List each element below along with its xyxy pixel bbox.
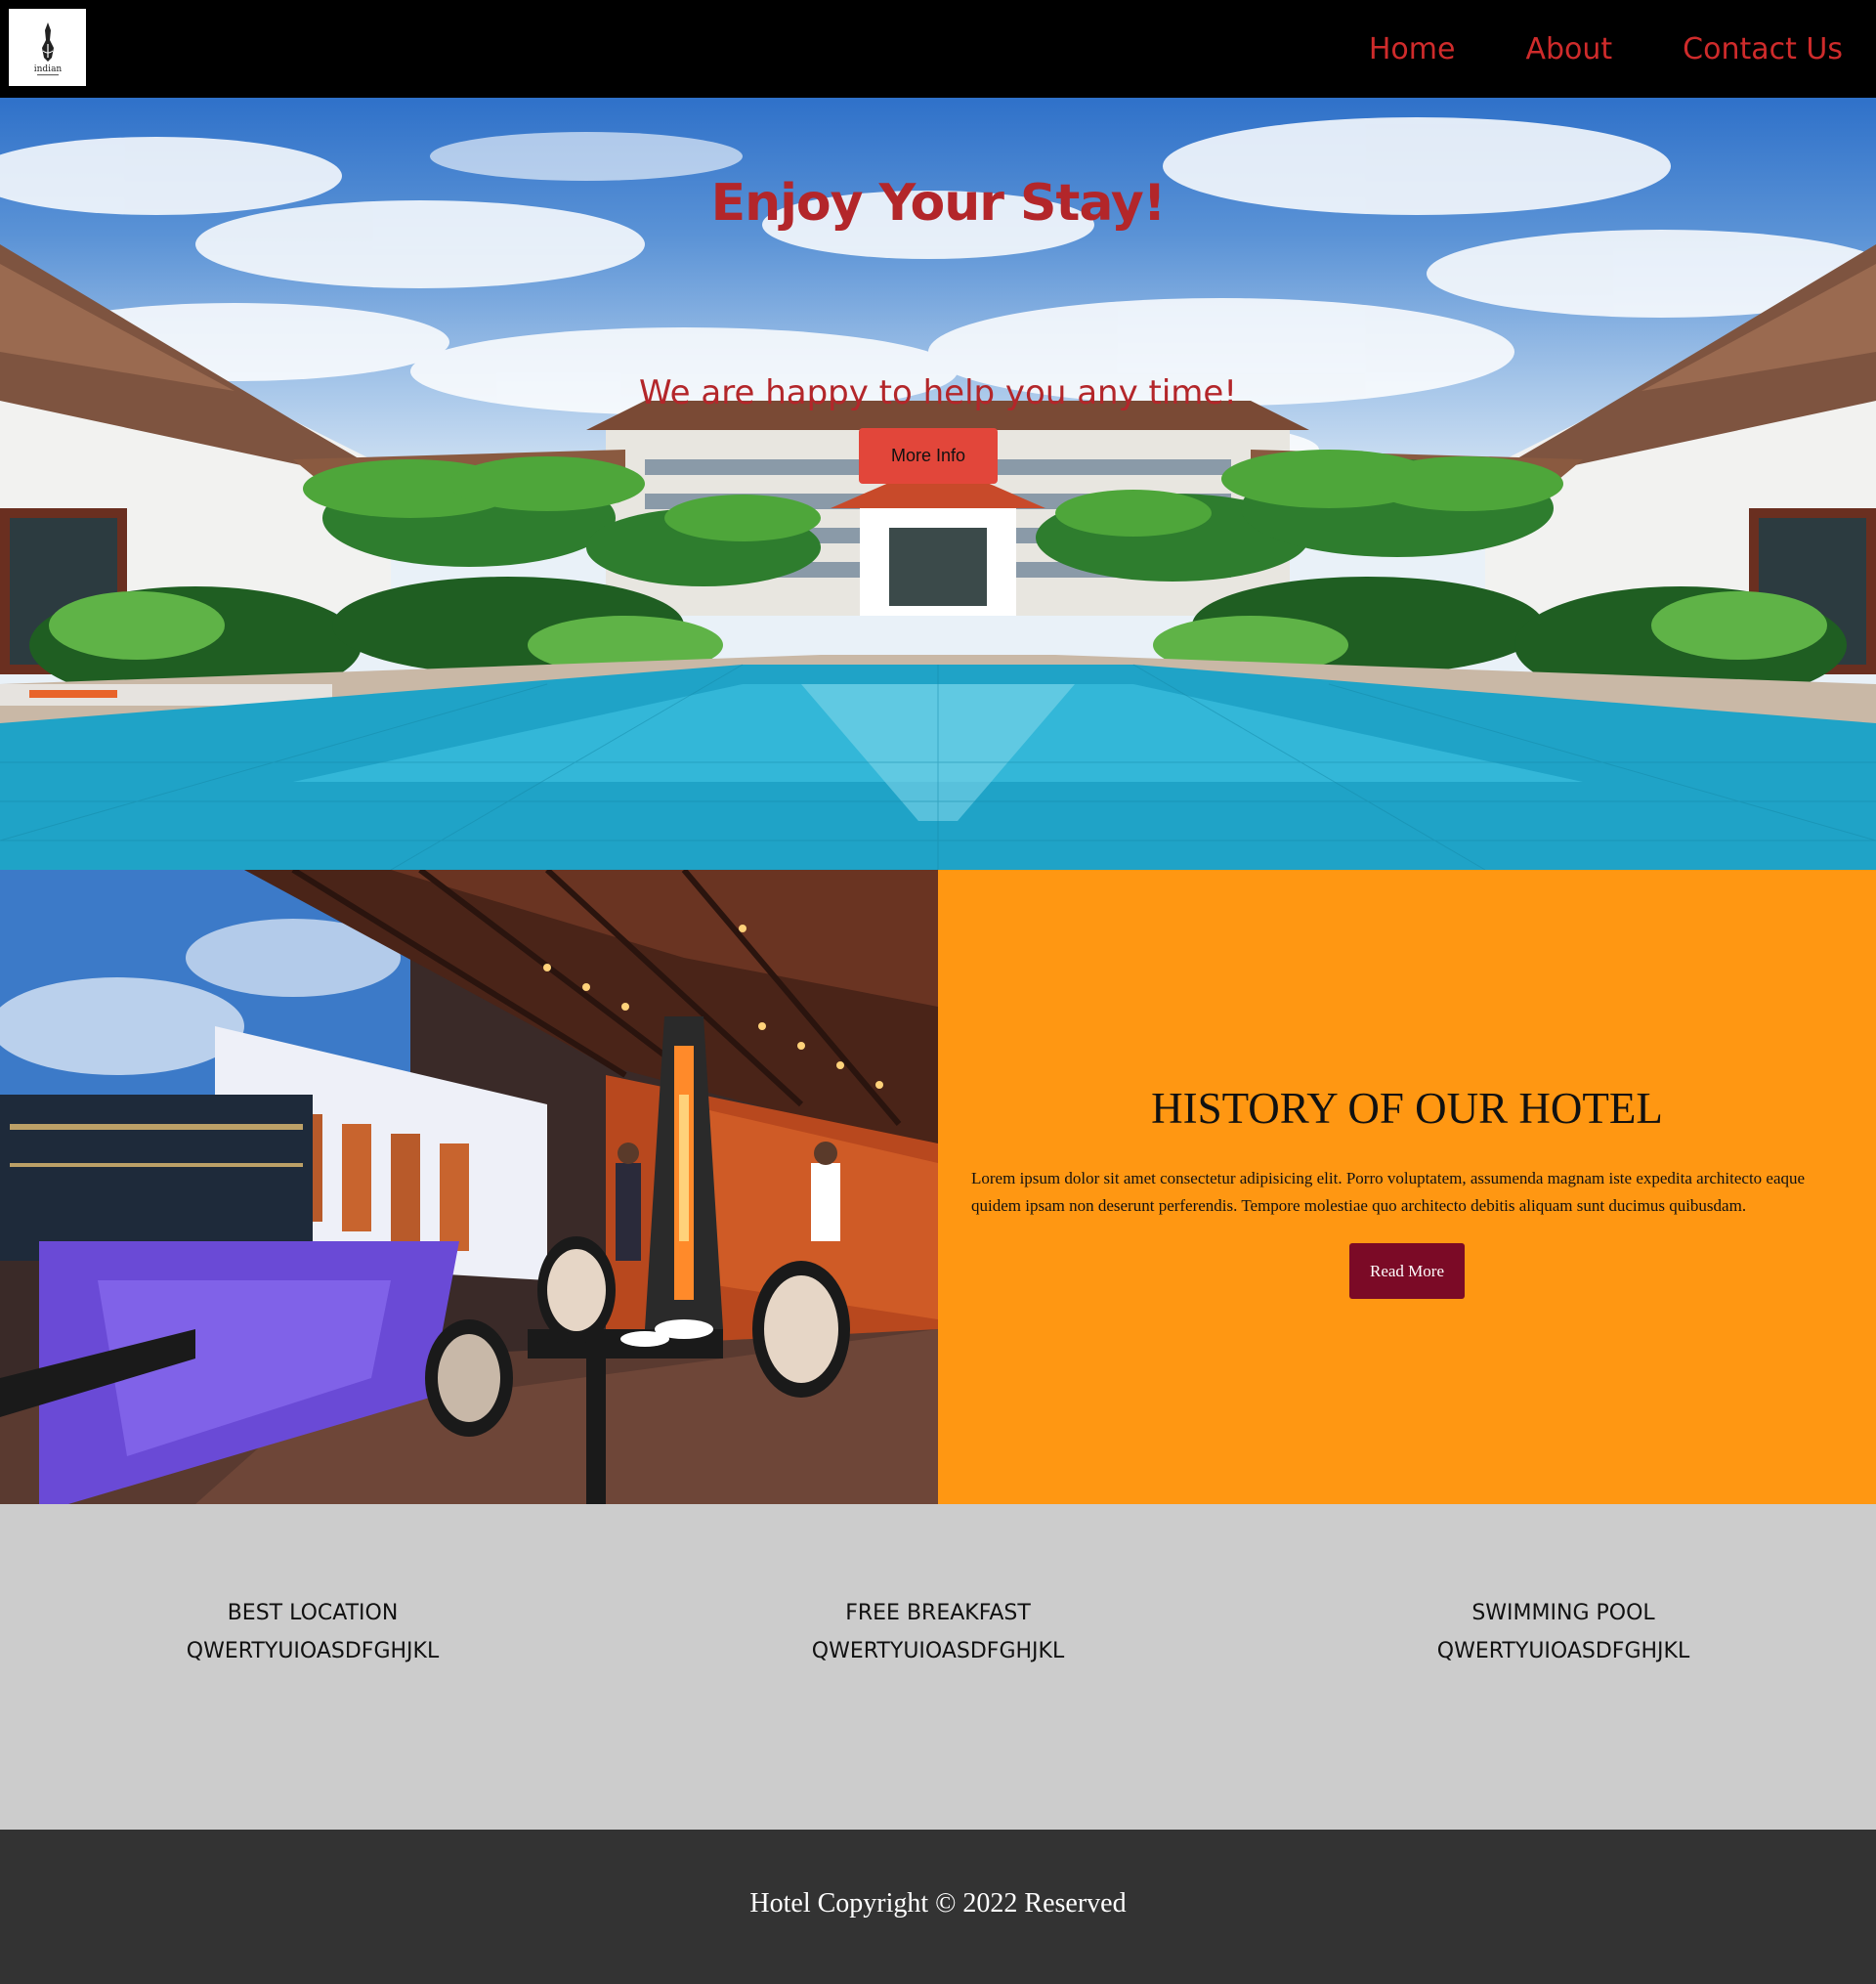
hero-title: Enjoy Your Stay! — [710, 174, 1167, 233]
logo-emblem-icon: indian — [33, 22, 62, 75]
footer: Hotel Copyright © 2022 Reserved — [0, 1830, 1876, 1984]
nav-links: Home About Contact Us — [1299, 0, 1843, 98]
hero-subtitle: We are happy to help you any time! — [639, 373, 1237, 412]
feature-title: FREE BREAKFAST — [845, 1601, 1031, 1625]
svg-text:indian: indian — [33, 65, 62, 74]
history-section: HISTORY OF OUR HOTEL Lorem ipsum dolor s… — [938, 870, 1876, 1504]
feature-title: SWIMMING POOL — [1471, 1601, 1655, 1625]
nav-link-about[interactable]: About — [1525, 32, 1612, 66]
footer-copyright: Hotel Copyright © 2022 Reserved — [749, 1888, 1127, 1919]
feature-title: BEST LOCATION — [227, 1601, 399, 1625]
feature-text: QWERTYUIOASDFGHJKL — [186, 1639, 440, 1663]
feature-swimming-pool: SWIMMING POOL QWERTYUIOASDFGHJKL — [1251, 1594, 1876, 1670]
read-more-button[interactable]: Read More — [1349, 1243, 1465, 1299]
hero-section: Enjoy Your Stay! We are happy to help yo… — [0, 98, 1876, 870]
more-info-button[interactable]: More Info — [859, 428, 998, 484]
nav-link-contact-us[interactable]: Contact Us — [1683, 32, 1843, 66]
feature-best-location: BEST LOCATION QWERTYUIOASDFGHJKL — [0, 1594, 625, 1670]
feature-text: QWERTYUIOASDFGHJKL — [1436, 1639, 1690, 1663]
feature-text: QWERTYUIOASDFGHJKL — [811, 1639, 1065, 1663]
history-text: Lorem ipsum dolor sit amet consectetur a… — [971, 1169, 1806, 1215]
restaurant-image — [0, 870, 938, 1504]
restaurant-poolside-photo — [0, 870, 938, 1504]
history-title: HISTORY OF OUR HOTEL — [1151, 1084, 1663, 1133]
hotel-logo[interactable]: indian — [9, 9, 86, 86]
nav-link-home[interactable]: Home — [1369, 32, 1456, 66]
features-section: BEST LOCATION QWERTYUIOASDFGHJKL FREE BR… — [0, 1504, 1876, 1830]
feature-free-breakfast: FREE BREAKFAST QWERTYUIOASDFGHJKL — [625, 1594, 1251, 1670]
navbar: indian Home About Contact Us — [0, 0, 1876, 98]
